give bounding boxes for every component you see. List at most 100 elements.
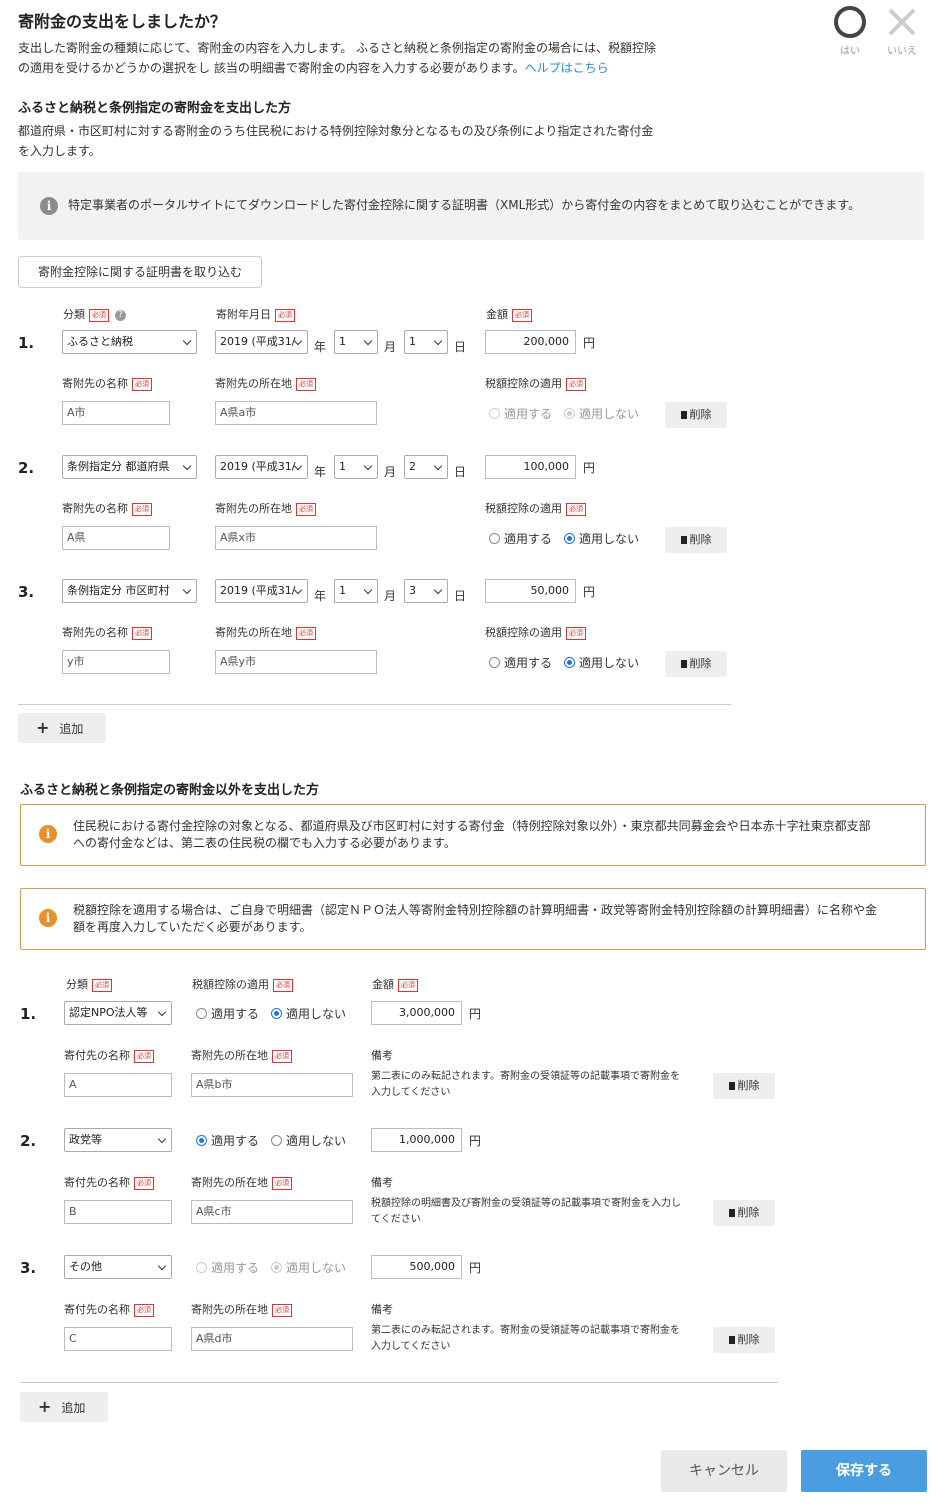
radio-not-apply[interactable]: 適用しない — [271, 1259, 346, 1276]
page-title: 寄附金の支出をしましたか？ — [18, 12, 227, 31]
import-certificate-button[interactable]: 寄附金控除に関する証明書を取り込む — [18, 256, 262, 288]
amount-input[interactable]: 3,000,000 — [371, 1001, 462, 1025]
delete-button[interactable]: 削除 — [665, 651, 727, 677]
name-input[interactable]: A — [64, 1073, 172, 1097]
trash-icon — [680, 536, 687, 544]
name-input[interactable]: C — [64, 1327, 172, 1351]
divider — [18, 704, 731, 705]
delete-button[interactable]: 削除 — [713, 1200, 775, 1226]
amount-input[interactable]: 1,000,000 — [371, 1128, 462, 1152]
label-name: 寄附先の名称 必須 — [62, 624, 152, 640]
save-button[interactable]: 保存する — [801, 1450, 927, 1492]
month-unit: 月 — [384, 465, 397, 479]
category-select[interactable]: 認定NPO法人等 — [64, 1001, 172, 1025]
month-select[interactable]: 1 — [334, 330, 378, 354]
radio-not-apply[interactable]: 適用しない — [271, 1132, 346, 1149]
amount-input[interactable]: 200,000 — [485, 330, 576, 354]
year-select[interactable]: 2019 (平成31/ — [215, 330, 308, 354]
radio-icon — [489, 533, 500, 544]
radio-not-apply[interactable]: 適用しない — [564, 654, 639, 671]
required-badge: 必須 — [566, 377, 586, 391]
radio-apply[interactable]: 適用する — [196, 1005, 259, 1022]
radio-apply[interactable]: 適用する — [196, 1259, 259, 1276]
address-input[interactable]: A県a市 — [215, 401, 377, 425]
label-tax-credit: 税額控除の適用 必須 — [485, 375, 586, 391]
name-input[interactable]: A市 — [62, 401, 170, 425]
radio-apply[interactable]: 適用する — [489, 530, 552, 547]
category-select[interactable]: その他 — [64, 1255, 172, 1279]
year-select[interactable]: 2019 (平成31/ — [215, 455, 308, 479]
day-select[interactable]: 1 — [404, 330, 448, 354]
label-name: 寄附先の名称 必須 — [62, 500, 152, 516]
yen-unit: 円 — [583, 336, 596, 350]
required-badge: 必須 — [89, 308, 109, 322]
intro-text: 支出した寄附金の種類に応じて、寄附金の内容を入力します。 ふるさと納税と条例指定… — [18, 41, 657, 75]
section1-desc: 都道府県・市区町村に対する寄附金のうち住民税における特例控除対象分となるもの及び… — [18, 124, 654, 158]
help-icon[interactable]: ? — [115, 309, 126, 321]
radio-apply[interactable]: 適用する — [196, 1132, 259, 1149]
name-input[interactable]: B — [64, 1200, 172, 1224]
day-unit: 日 — [454, 465, 467, 479]
no-button[interactable]: いいえ — [882, 4, 922, 57]
radio-not-apply[interactable]: 適用しない — [271, 1005, 346, 1022]
day-select[interactable]: 2 — [404, 455, 448, 479]
yen-unit: 円 — [469, 1007, 482, 1021]
category-select[interactable]: 条例指定分 都道府県 — [62, 455, 197, 479]
address-input[interactable]: A県y市 — [215, 650, 377, 674]
amount-input[interactable]: 50,000 — [485, 579, 576, 603]
delete-button[interactable]: 削除 — [713, 1327, 775, 1353]
radio-icon — [489, 408, 500, 419]
day-unit: 日 — [454, 340, 467, 354]
radio-icon — [196, 1135, 207, 1146]
section2-title: ふるさと納税と条例指定の寄附金以外を支出した方 — [20, 783, 320, 798]
warning-icon: i — [39, 825, 57, 843]
radio-icon — [271, 1008, 282, 1019]
address-input[interactable]: A県c市 — [191, 1200, 353, 1224]
required-badge: 必須 — [566, 502, 586, 516]
name-input[interactable]: y市 — [62, 650, 170, 674]
row-number: 1. — [18, 334, 35, 352]
add-button[interactable]: + 追加 — [18, 713, 106, 743]
category-select[interactable]: 政党等 — [64, 1128, 172, 1152]
month-select[interactable]: 1 — [334, 455, 378, 479]
row-number: 1. — [20, 1005, 37, 1023]
label-remarks: 備考 — [371, 1176, 393, 1189]
delete-button[interactable]: 削除 — [665, 402, 727, 428]
divider — [20, 1382, 778, 1383]
amount-input[interactable]: 500,000 — [371, 1255, 462, 1279]
trash-icon — [680, 411, 687, 419]
radio-apply[interactable]: 適用する — [489, 654, 552, 671]
yes-button[interactable]: はい — [830, 4, 870, 57]
label-tax-credit: 税額控除の適用 必須 — [192, 976, 293, 992]
category-select[interactable]: 条例指定分 市区町村 — [62, 579, 197, 603]
radio-icon — [271, 1135, 282, 1146]
label-date: 寄附年月日 必須 — [216, 306, 295, 322]
radio-not-apply[interactable]: 適用しない — [564, 405, 639, 422]
day-select[interactable]: 3 — [404, 579, 448, 603]
radio-apply[interactable]: 適用する — [489, 405, 552, 422]
address-input[interactable]: A県d市 — [191, 1327, 353, 1351]
address-input[interactable]: A県x市 — [215, 526, 377, 550]
trash-icon — [728, 1209, 735, 1217]
required-badge: 必須 — [92, 978, 112, 992]
address-input[interactable]: A県b市 — [191, 1073, 353, 1097]
delete-button[interactable]: 削除 — [665, 527, 727, 553]
category-select[interactable]: ふるさと納税 — [62, 330, 197, 354]
add-button[interactable]: + 追加 — [20, 1392, 108, 1422]
required-badge: 必須 — [272, 1176, 292, 1190]
radio-not-apply[interactable]: 適用しない — [564, 530, 639, 547]
required-badge: 必須 — [296, 502, 316, 516]
plus-icon: + — [36, 718, 50, 737]
name-input[interactable]: A県 — [62, 526, 170, 550]
amount-input[interactable]: 100,000 — [485, 455, 576, 479]
delete-button[interactable]: 削除 — [713, 1073, 775, 1099]
cancel-button[interactable]: キャンセル — [661, 1450, 787, 1492]
month-unit: 月 — [384, 340, 397, 354]
year-select[interactable]: 2019 (平成31/ — [215, 579, 308, 603]
notice-box: i 住民税における寄付金控除の対象となる、都道府県及び市区町村に対する寄付金（特… — [20, 804, 926, 866]
help-link[interactable]: ヘルプはこちら — [525, 61, 609, 75]
radio-icon — [564, 657, 575, 668]
label-address: 寄附先の所在地 必須 — [215, 500, 316, 516]
trash-icon — [728, 1082, 735, 1090]
month-select[interactable]: 1 — [334, 579, 378, 603]
